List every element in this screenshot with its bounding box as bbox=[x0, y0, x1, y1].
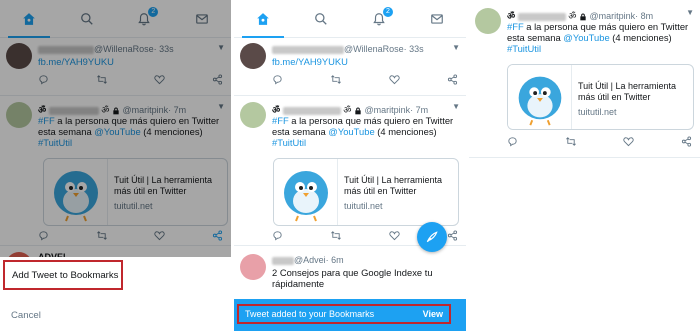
tab-search[interactable] bbox=[292, 0, 350, 37]
tweet-text-part: (4 menciones) bbox=[609, 32, 672, 43]
card-image bbox=[274, 159, 338, 225]
lock-icon bbox=[355, 107, 361, 114]
tweet-text: #FF a la persona que más quiero en Twitt… bbox=[507, 21, 697, 54]
card-url: tuitutil.net bbox=[344, 201, 383, 211]
retweet-icon[interactable] bbox=[330, 230, 342, 241]
tweet[interactable]: @WillenaRose· 33s ▼ fb.me/YAH9YUKU bbox=[234, 38, 466, 96]
hashtag[interactable]: #TuitUtil bbox=[272, 137, 306, 148]
like-icon[interactable] bbox=[389, 74, 400, 85]
action-sheet: Add Tweet to Bookmarks Cancel bbox=[0, 257, 231, 331]
tweet-text-part: (4 menciones) bbox=[374, 126, 437, 137]
view-bookmarks-button[interactable]: View bbox=[423, 309, 443, 319]
mail-icon bbox=[431, 13, 443, 24]
screen-bookmark-menu: 2 @WillenaRose· 33s ▼ fb.me/YAH9YUKU ॐ ॐ… bbox=[0, 0, 231, 331]
tweet-header: @WillenaRose· 33s bbox=[272, 44, 424, 54]
cancel-button[interactable]: Cancel bbox=[11, 310, 41, 321]
search-icon bbox=[315, 12, 327, 25]
hashtag[interactable]: #TuitUtil bbox=[507, 43, 541, 54]
tweet-actions bbox=[272, 74, 458, 85]
compose-icon bbox=[426, 231, 438, 243]
tweet-text: #FF a la persona que más quiero en Twitt… bbox=[272, 115, 462, 148]
share-icon[interactable] bbox=[681, 136, 692, 147]
link-card[interactable]: Tuit Útil | La herramienta más útil en T… bbox=[507, 64, 694, 130]
hashtag[interactable]: #FF bbox=[507, 21, 524, 32]
reply-icon[interactable] bbox=[272, 230, 283, 241]
share-icon[interactable] bbox=[447, 230, 458, 241]
bird-logo bbox=[284, 171, 328, 222]
tweet-time: · 33s bbox=[403, 44, 424, 54]
retweet-icon[interactable] bbox=[565, 136, 577, 147]
tweet-actions bbox=[507, 136, 692, 147]
tweet-handle[interactable]: @maritpink bbox=[365, 105, 411, 115]
avatar[interactable] bbox=[240, 43, 266, 69]
tweet-text: 2 Consejos para que Google Indexe tu ráp… bbox=[272, 267, 462, 289]
reply-icon[interactable] bbox=[507, 136, 518, 147]
lock-icon bbox=[580, 13, 586, 20]
retweet-icon[interactable] bbox=[330, 74, 342, 85]
tweet-handle[interactable]: @Advei bbox=[294, 255, 326, 265]
tweet[interactable]: ॐ ॐ @maritpink· 8m ▼ #FF a la persona qu… bbox=[469, 0, 700, 158]
notification-badge: 2 bbox=[382, 6, 394, 18]
tweet-text-part: rápidamente bbox=[272, 278, 325, 289]
tab-messages[interactable] bbox=[408, 0, 466, 37]
screen-bookmarks-list: ॐ ॐ @maritpink· 8m ▼ #FF a la persona qu… bbox=[469, 0, 700, 331]
snackbar-message: Tweet added to your Bookmarks bbox=[245, 309, 375, 319]
tweet-text-part: 2 Consejos para que Google Indexe tu bbox=[272, 267, 433, 278]
chevron-down-icon[interactable]: ▼ bbox=[686, 8, 694, 17]
tweet-header: @Advei· 6m bbox=[272, 255, 344, 265]
top-nav: 2 bbox=[234, 0, 466, 38]
avatar[interactable] bbox=[475, 8, 501, 34]
tweet-time: · 6m bbox=[325, 255, 344, 265]
avatar[interactable] bbox=[240, 102, 266, 128]
card-title: Tuit Útil | La herramienta más útil en T… bbox=[578, 81, 677, 102]
link-card[interactable]: Tuit Útil | La herramienta más útil en T… bbox=[273, 158, 459, 226]
chevron-down-icon[interactable]: ▼ bbox=[452, 43, 460, 52]
like-icon[interactable] bbox=[623, 136, 634, 147]
mention[interactable]: @YouTube bbox=[563, 32, 609, 43]
tweet-handle[interactable]: @WillenaRose bbox=[344, 44, 404, 54]
snackbar: Tweet added to your Bookmarks View bbox=[234, 299, 466, 331]
tweet-time: · 7m bbox=[410, 105, 429, 115]
snackbar-highlight: Tweet added to your Bookmarks View bbox=[237, 304, 451, 324]
chevron-down-icon[interactable]: ▼ bbox=[452, 102, 460, 111]
card-url: tuitutil.net bbox=[578, 107, 617, 117]
hashtag[interactable]: #FF bbox=[272, 115, 289, 126]
card-image bbox=[508, 65, 572, 129]
tweet-time: · 8m bbox=[635, 11, 654, 21]
like-icon[interactable] bbox=[389, 230, 400, 241]
card-title: Tuit Útil | La herramienta más útil en T… bbox=[344, 175, 443, 196]
home-icon bbox=[257, 12, 269, 25]
tab-home[interactable] bbox=[234, 0, 292, 38]
add-to-bookmarks-option[interactable]: Add Tweet to Bookmarks bbox=[3, 260, 123, 290]
mention[interactable]: @YouTube bbox=[328, 126, 374, 137]
screen-bookmark-added: 2 @WillenaRose· 33s ▼ fb.me/YAH9YUKU ॐ ॐ… bbox=[234, 0, 466, 331]
tweet-handle[interactable]: @maritpink bbox=[590, 11, 636, 21]
tweet[interactable]: @Advei· 6m 2 Consejos para que Google In… bbox=[234, 246, 466, 306]
tweet-link[interactable]: fb.me/YAH9YUKU bbox=[272, 56, 348, 67]
tab-notifications[interactable]: 2 bbox=[350, 0, 408, 37]
compose-button[interactable] bbox=[417, 222, 447, 252]
share-icon[interactable] bbox=[447, 74, 458, 85]
bird-logo bbox=[518, 76, 562, 126]
avatar[interactable] bbox=[240, 254, 266, 280]
reply-icon[interactable] bbox=[272, 74, 283, 85]
